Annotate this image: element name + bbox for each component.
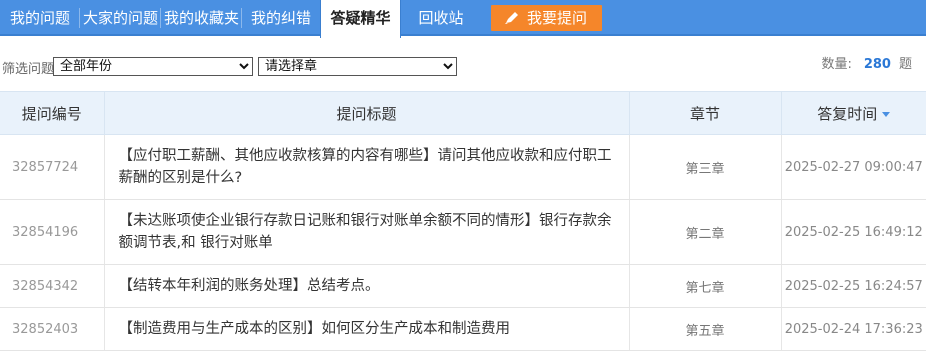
row-title-link[interactable]: 【未达账项使企业银行存款日记账和银行对账单余额不同的情形】银行存款余额调节表,和… bbox=[104, 199, 630, 265]
header-time-label: 答复时间 bbox=[817, 104, 878, 123]
filter-label: 筛选问题 bbox=[2, 62, 55, 77]
header-chapter: 章节 bbox=[629, 91, 782, 135]
row-title-link[interactable]: 【应付职工薪酬、其他应收款核算的内容有哪些】请问其他应收款和应付职工薪酬的区别是… bbox=[104, 134, 630, 200]
table-row: 32854342 【结转本年利润的账务处理】总结考点。 第七章 2025-02-… bbox=[0, 264, 926, 308]
row-chapter: 第二章 bbox=[629, 199, 782, 265]
question-table: 提问编号 提问标题 章节 答复时间 32857724 【应付职工薪酬、其他应收款… bbox=[0, 91, 926, 351]
table-header-row: 提问编号 提问标题 章节 答复时间 bbox=[0, 91, 926, 135]
header-time[interactable]: 答复时间 bbox=[781, 91, 926, 135]
ask-question-label: 我要提问 bbox=[527, 9, 588, 27]
ask-question-button[interactable]: 我要提问 bbox=[491, 5, 602, 31]
row-chapter: 第三章 bbox=[629, 134, 782, 200]
row-time: 2025-02-25 16:24:57 bbox=[781, 264, 926, 308]
row-title-link[interactable]: 【结转本年利润的账务处理】总结考点。 bbox=[104, 264, 630, 308]
row-id: 32857724 bbox=[0, 134, 105, 200]
row-id: 32854196 bbox=[0, 199, 105, 265]
tab-my-corrections[interactable]: 我的纠错 bbox=[242, 0, 320, 36]
year-select[interactable]: 全部年份 bbox=[53, 57, 253, 76]
sort-down-icon[interactable] bbox=[882, 111, 891, 117]
tab-my-questions[interactable]: 我的问题 bbox=[0, 0, 80, 36]
count-unit: 题 bbox=[898, 57, 912, 72]
header-title: 提问标题 bbox=[104, 91, 630, 135]
tab-recycle-bin[interactable]: 回收站 bbox=[401, 0, 481, 36]
row-time: 2025-02-25 16:49:12 bbox=[781, 199, 926, 265]
table-row: 32852403 【制造费用与生产成本的区别】如何区分生产成本和制造费用 第五章… bbox=[0, 307, 926, 351]
row-id: 32852403 bbox=[0, 307, 105, 351]
row-time: 2025-02-27 09:00:47 bbox=[781, 134, 926, 200]
tab-my-favorites[interactable]: 我的收藏夹 bbox=[161, 0, 242, 36]
tab-all-questions[interactable]: 大家的问题 bbox=[80, 0, 161, 36]
count-label: 数量: bbox=[821, 57, 852, 72]
chapter-select[interactable]: 请选择章 bbox=[258, 57, 457, 76]
count-value: 280 bbox=[863, 57, 891, 72]
header-id: 提问编号 bbox=[0, 91, 105, 135]
row-title-link[interactable]: 【制造费用与生产成本的区别】如何区分生产成本和制造费用 bbox=[104, 307, 630, 351]
pencil-icon bbox=[505, 12, 518, 24]
question-count: 数量: 280 题 bbox=[821, 53, 912, 72]
tab-faq-highlights[interactable]: 答疑精华 bbox=[320, 0, 401, 38]
row-chapter: 第七章 bbox=[629, 264, 782, 308]
row-time: 2025-02-24 17:36:23 bbox=[781, 307, 926, 351]
row-id: 32854342 bbox=[0, 264, 105, 308]
table-row: 32854196 【未达账项使企业银行存款日记账和银行对账单余额不同的情形】银行… bbox=[0, 199, 926, 265]
table-row: 32857724 【应付职工薪酬、其他应收款核算的内容有哪些】请问其他应收款和应… bbox=[0, 134, 926, 200]
tab-bar: 我的问题 大家的问题 我的收藏夹 我的纠错 答疑精华 回收站 我要提问 bbox=[0, 0, 926, 38]
row-chapter: 第五章 bbox=[629, 307, 782, 351]
